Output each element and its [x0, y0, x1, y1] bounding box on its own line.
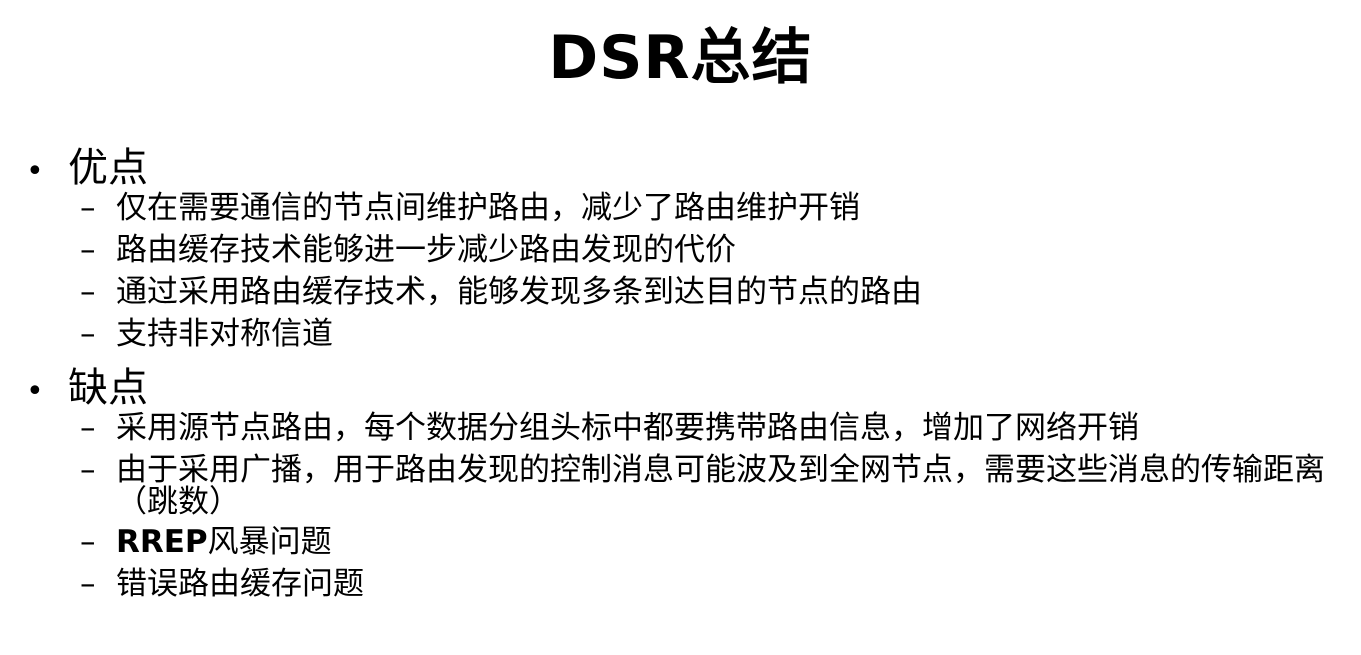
cons-heading-row: • 缺点 [0, 362, 1361, 412]
pros-list: – 仅在需要通信的节点间维护路由，减少了路由维护开销 – 路由缓存技术能够进一步… [0, 192, 1361, 350]
dash-marker: – [80, 316, 96, 352]
dash-marker: – [80, 524, 96, 560]
dash-marker: – [80, 274, 96, 310]
cons-item-text: 采用源节点路由，每个数据分组头标中都要携带路由信息，增加了网络开销 [116, 410, 1139, 446]
pros-heading: 优点 [68, 145, 148, 191]
dash-marker: – [80, 566, 96, 602]
slide-title: DSR总结 [548, 23, 813, 93]
cons-item-text: 错误路由缓存问题 [116, 566, 364, 602]
pros-item-text: 仅在需要通信的节点间维护路由，减少了路由维护开销 [116, 190, 860, 226]
list-item: – 错误路由缓存问题 [0, 568, 1361, 600]
pros-item-text: 路由缓存技术能够进一步减少路由发现的代价 [116, 232, 736, 268]
list-item: – 支持非对称信道 [0, 318, 1361, 350]
cons-item-text: 风暴问题 [207, 524, 332, 560]
cons-list: – 采用源节点路由，每个数据分组头标中都要携带路由信息，增加了网络开销 – 由于… [0, 412, 1361, 600]
bullet-dot: • [26, 374, 44, 409]
cons-item-text: 由于采用广播，用于路由发现的控制消息可能波及到全网节点，需要这些消息的传输距离（… [116, 452, 1325, 520]
list-item: – 由于采用广播，用于路由发现的控制消息可能波及到全网节点，需要这些消息的传输距… [0, 454, 1361, 518]
pros-item-text: 支持非对称信道 [116, 316, 333, 352]
dash-marker: – [80, 190, 96, 226]
list-item: – 仅在需要通信的节点间维护路由，减少了路由维护开销 [0, 192, 1361, 224]
list-item: – 路由缓存技术能够进一步减少路由发现的代价 [0, 234, 1361, 266]
dash-marker: – [80, 232, 96, 268]
bullet-dot: • [26, 154, 44, 189]
cons-section: • 缺点 – 采用源节点路由，每个数据分组头标中都要携带路由信息，增加了网络开销… [0, 362, 1361, 610]
pros-heading-row: • 优点 [0, 142, 1361, 192]
rrep-prefix: RREP [116, 524, 208, 560]
dash-marker: – [80, 410, 96, 446]
list-item: – RREP风暴问题 [0, 526, 1361, 558]
cons-heading: 缺点 [68, 365, 148, 411]
dash-marker: – [80, 452, 96, 488]
list-item: – 通过采用路由缓存技术，能够发现多条到达目的节点的路由 [0, 276, 1361, 308]
pros-item-text: 通过采用路由缓存技术，能够发现多条到达目的节点的路由 [116, 274, 922, 310]
pros-section: • 优点 – 仅在需要通信的节点间维护路由，减少了路由维护开销 – 路由缓存技术… [0, 142, 1361, 360]
list-item: – 采用源节点路由，每个数据分组头标中都要携带路由信息，增加了网络开销 [0, 412, 1361, 444]
